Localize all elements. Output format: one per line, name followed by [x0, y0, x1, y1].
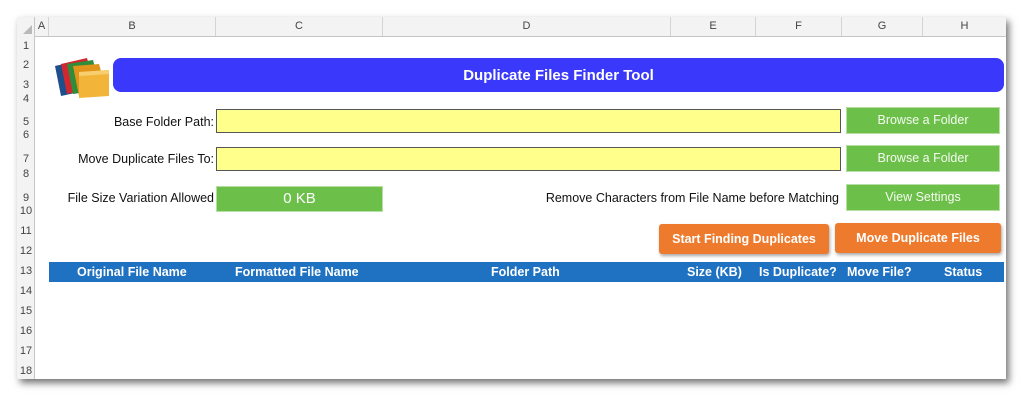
- column-header-e[interactable]: E: [671, 17, 756, 36]
- row-header[interactable]: 4: [17, 93, 35, 105]
- base-folder-input[interactable]: [216, 109, 841, 133]
- column-header-h[interactable]: H: [923, 17, 1006, 36]
- browse-base-folder-button[interactable]: Browse a Folder: [846, 107, 1000, 134]
- start-finding-duplicates-button[interactable]: Start Finding Duplicates: [659, 224, 829, 254]
- row-header[interactable]: 18: [17, 365, 35, 377]
- column-header-b[interactable]: B: [49, 17, 216, 36]
- row-header[interactable]: 15: [17, 305, 35, 317]
- row-header[interactable]: 2: [17, 59, 35, 71]
- column-folder-path: Folder Path: [491, 265, 560, 279]
- column-header-c[interactable]: C: [216, 17, 383, 36]
- column-header-f[interactable]: F: [756, 17, 842, 36]
- base-folder-label: Base Folder Path:: [113, 115, 214, 129]
- browse-move-folder-button[interactable]: Browse a Folder: [846, 145, 1000, 172]
- row-header[interactable]: 10: [17, 205, 35, 217]
- row-headers: 1 2 3 4 5 6 7 8 9 10 11 12 13 14 15 16 1…: [17, 36, 35, 379]
- column-original-file-name: Original File Name: [77, 265, 187, 279]
- column-size-kb: Size (KB): [687, 265, 742, 279]
- row-header[interactable]: 7: [17, 153, 35, 165]
- column-status: Status: [944, 265, 983, 279]
- column-is-duplicate: Is Duplicate?: [759, 265, 837, 279]
- column-move-file: Move File?: [847, 265, 912, 279]
- column-headers: A B C D E F G H: [17, 17, 1006, 37]
- row-header[interactable]: 8: [17, 168, 35, 180]
- row-header[interactable]: 9: [17, 192, 35, 204]
- move-to-input[interactable]: [216, 147, 841, 171]
- results-table-header: Original File Name Formatted File Name F…: [49, 262, 1004, 282]
- column-header-a[interactable]: A: [35, 17, 49, 36]
- row-header[interactable]: 16: [17, 325, 35, 337]
- column-header-g[interactable]: G: [842, 17, 923, 36]
- select-all-corner[interactable]: [17, 17, 35, 36]
- page-title: Duplicate Files Finder Tool: [113, 58, 1004, 92]
- row-header[interactable]: 11: [17, 225, 35, 237]
- row-header[interactable]: 1: [17, 40, 35, 52]
- folders-icon: [55, 58, 109, 98]
- move-to-label: Move Duplicate Files To:: [78, 152, 214, 166]
- row-header[interactable]: 14: [17, 285, 35, 297]
- size-variation-value[interactable]: 0 KB: [216, 186, 383, 212]
- row-header[interactable]: 5: [17, 116, 35, 128]
- row-header[interactable]: 17: [17, 345, 35, 357]
- row-header[interactable]: 3: [17, 79, 35, 91]
- spreadsheet: A B C D E F G H 1 2 3 4 5 6 7 8 9 10 11 …: [17, 17, 1006, 379]
- remove-characters-label: Remove Characters from File Name before …: [545, 191, 839, 205]
- row-header[interactable]: 6: [17, 129, 35, 141]
- row-header[interactable]: 13: [17, 265, 35, 277]
- column-header-d[interactable]: D: [383, 17, 671, 36]
- view-settings-button[interactable]: View Settings: [846, 184, 1000, 211]
- row-header[interactable]: 12: [17, 245, 35, 257]
- column-formatted-file-name: Formatted File Name: [235, 265, 359, 279]
- size-variation-label: File Size Variation Allowed: [67, 191, 214, 205]
- move-duplicate-files-button[interactable]: Move Duplicate Files: [835, 223, 1001, 253]
